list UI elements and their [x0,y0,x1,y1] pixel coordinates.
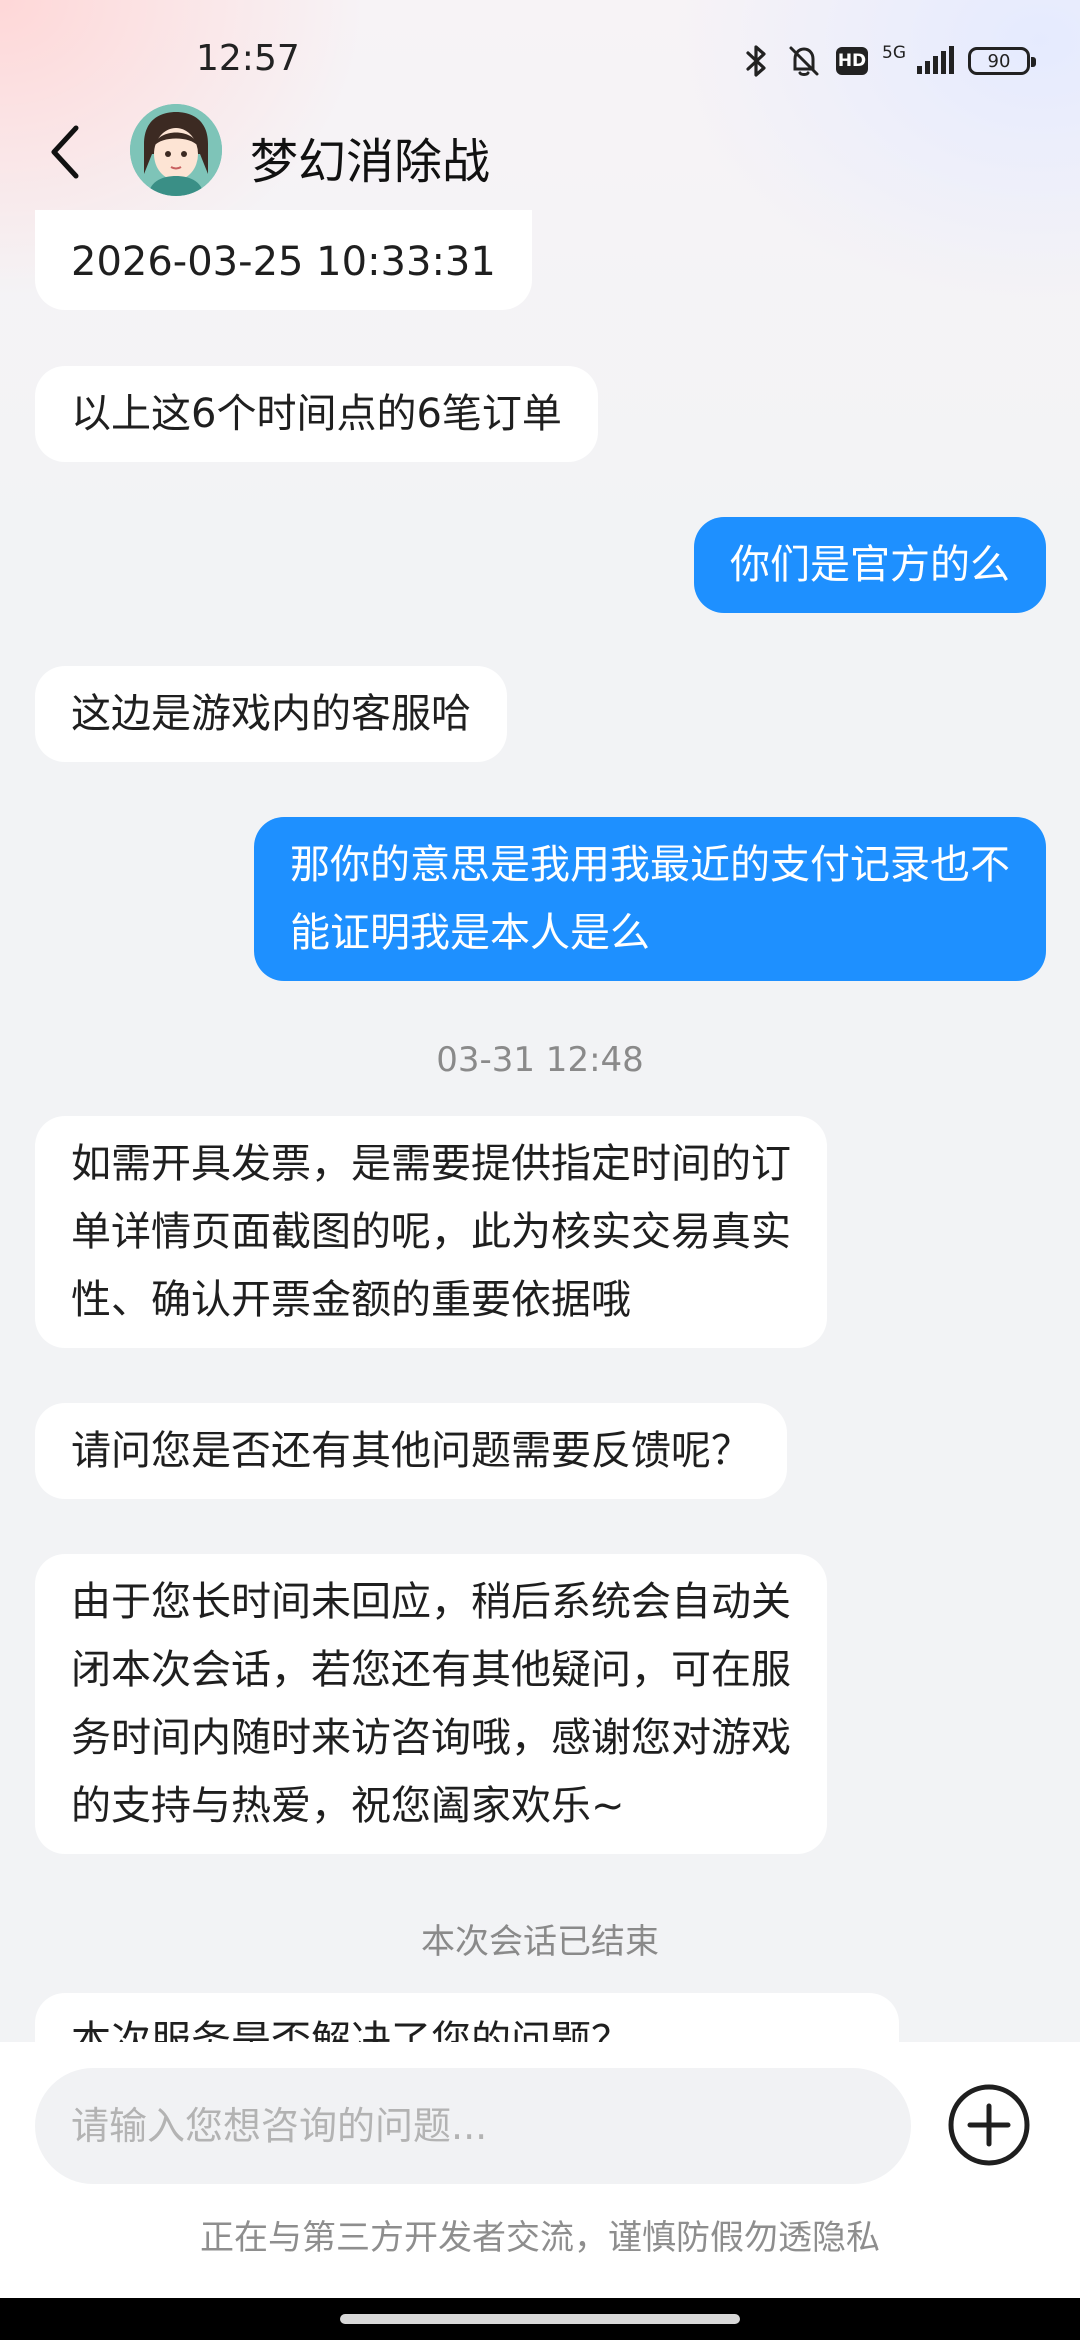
message-line: 那你的意思是我用我最近的支付记录也不 [290,842,1010,888]
bell-muted-icon [786,43,822,79]
hd-icon: HD [836,47,868,75]
battery-icon: 90 [968,47,1036,75]
plus-circle-icon [948,2084,1030,2166]
message-line: 本次服务是否解决了您的问题？ [71,2018,631,2042]
message-line: 能证明我是本人是么 [290,910,650,956]
message-bubble-outgoing[interactable]: 那你的意思是我用我最近的支付记录也不 能证明我是本人是么 [254,817,1046,981]
home-indicator[interactable] [340,2314,740,2324]
message-bubble-outgoing[interactable]: 你们是官方的么 [694,517,1046,613]
chevron-left-icon [51,125,79,179]
add-button[interactable] [946,2082,1032,2168]
chat-header: 梦幻消除战 [0,100,1080,210]
avatar[interactable] [130,104,222,196]
message-bubble[interactable]: 以上这6个时间点的6笔订单 [35,366,598,462]
message-line: 性、确认开票金额的重要依据哦 [71,1277,631,1323]
message-line: 2026-01-14 09:38:10 [71,210,496,228]
question-input[interactable] [35,2068,911,2184]
message-bubble[interactable]: 2026-01-14 09:38:10 2026-03-25 10:33:31 [35,210,532,310]
network-type-label: 5G [882,42,906,63]
system-nav-bar [0,2298,1080,2340]
message-line: 的支持与热爱，祝您阖家欢乐~ [71,1783,625,1829]
message-line: 你们是官方的么 [730,542,1010,588]
message-bubble[interactable]: 由于您长时间未回应，稍后系统会自动关 闭本次会话，若您还有其他疑问，可在服 务时… [35,1554,827,1854]
message-line: 以上这6个时间点的6笔订单 [71,391,562,437]
message-line: 务时间内随时来访咨询哦，感谢您对游戏 [71,1715,791,1761]
signal-icon [916,46,954,76]
message-bubble[interactable]: 请问您是否还有其他问题需要反馈呢？ [35,1403,787,1499]
status-icons: HD 5G 90 [742,36,1036,86]
message-bubble[interactable]: 如需开具发票，是需要提供指定时间的订 单详情页面截图的呢，此为核实交易真实 性、… [35,1116,827,1348]
session-ended-notice: 本次会话已结束 [421,1922,659,1962]
message-line: 请问您是否还有其他问题需要反馈呢？ [71,1428,751,1474]
message-line: 如需开具发票，是需要提供指定时间的订 [71,1141,791,1187]
back-button[interactable] [38,122,94,182]
game-avatar [130,104,222,196]
message-line: 这边是游戏内的客服哈 [71,691,471,737]
message-line: 由于您长时间未回应，稍后系统会自动关 [71,1579,791,1625]
message-bubble[interactable]: 这边是游戏内的客服哈 [35,666,507,762]
status-time: 12:57 [196,38,300,79]
bluetooth-icon [742,43,772,79]
page-title: 梦幻消除战 [250,134,491,190]
chat-message-list[interactable]: 2026-01-14 09:38:10 2026-03-25 10:33:31 … [0,210,1080,2042]
input-bar: 正在与第三方开发者交流，谨慎防假勿透隐私 [0,2042,1080,2298]
battery-level: 90 [987,50,1011,72]
message-timestamp: 03-31 12:48 [436,1040,644,1080]
message-bubble[interactable]: 本次服务是否解决了您的问题？ [35,1993,899,2042]
message-line: 闭本次会话，若您还有其他疑问，可在服 [71,1647,791,1693]
message-line: 单详情页面截图的呢，此为核实交易真实 [71,1209,791,1255]
privacy-notice: 正在与第三方开发者交流，谨慎防假勿透隐私 [200,2218,880,2258]
message-line: 2026-03-25 10:33:31 [71,239,496,285]
